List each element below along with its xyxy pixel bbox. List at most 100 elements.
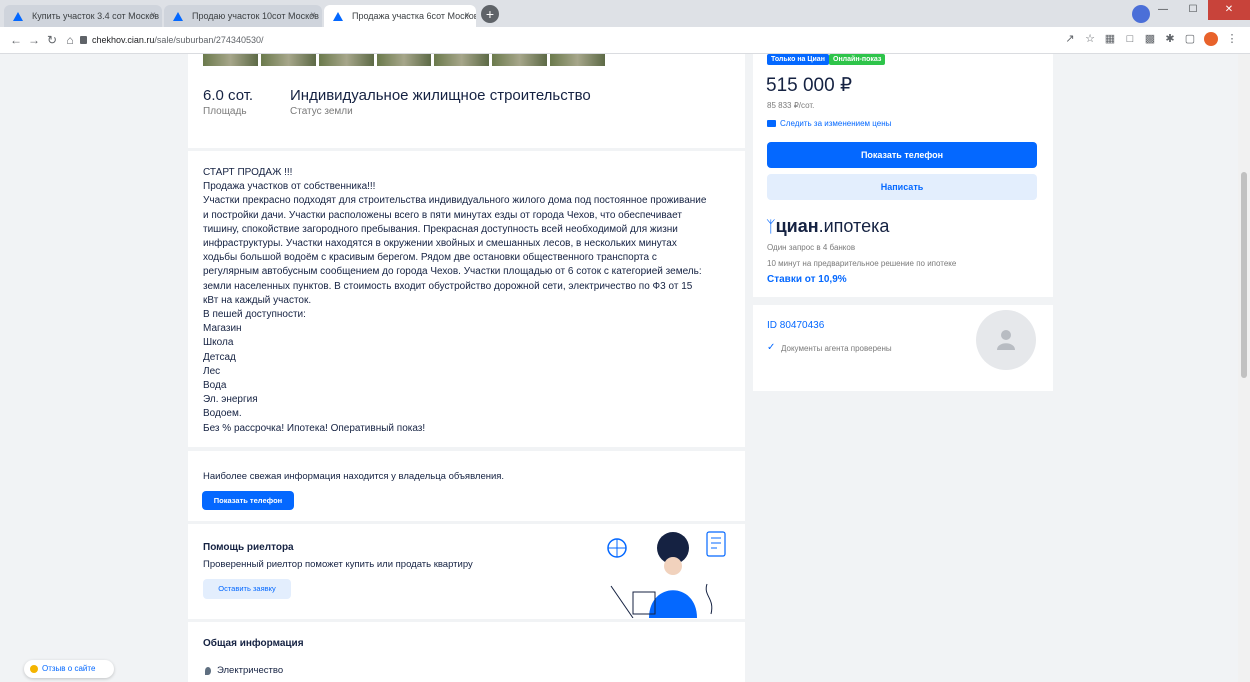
extensions-bar: ↗ ☆ ▦ □ ▩ ✱ ▢ ⋮: [1064, 32, 1238, 46]
browser-tab[interactable]: Купить участок 3.4 сот Москов ×: [4, 5, 162, 27]
write-message-button[interactable]: Написать: [767, 174, 1037, 200]
menu-dots-icon[interactable]: ⋮: [1226, 32, 1238, 46]
general-info-title: Общая информация: [203, 638, 304, 649]
bookmark-star-icon[interactable]: ☆: [1084, 32, 1096, 46]
leave-request-button[interactable]: Оставить заявку: [203, 579, 291, 599]
url-host: chekhov.cian.ru: [92, 35, 155, 45]
window-controls: — ☐ ✕: [1148, 0, 1250, 20]
general-info-item: Электричество: [217, 665, 284, 676]
photo-thumb[interactable]: [260, 54, 316, 66]
agent-id[interactable]: ID 80470436: [767, 320, 824, 331]
agent-avatar[interactable]: [976, 310, 1036, 370]
back-arrow-icon[interactable]: ←: [8, 32, 24, 48]
home-icon[interactable]: ⌂: [62, 32, 78, 48]
cian-favicon-icon: [333, 12, 343, 21]
feedback-label: Отзыв о сайте: [42, 664, 96, 673]
minimize-button[interactable]: —: [1148, 0, 1178, 20]
browser-tab[interactable]: Продаю участок 10сот Москов ×: [164, 5, 322, 27]
tab-title: Продаю участок 10сот Москов: [192, 11, 319, 21]
realtor-illustration: [607, 531, 726, 618]
sidepanel-icon[interactable]: ▢: [1184, 32, 1196, 46]
feedback-button[interactable]: Отзыв о сайте: [24, 660, 114, 678]
tab-close-icon[interactable]: ×: [310, 5, 316, 27]
description-line: и постройки дачи. Участки расположены вс…: [203, 209, 682, 221]
cian-mortgage-logo[interactable]: ᛉциан.ипотека: [766, 216, 889, 237]
tab-title: Купить участок 3.4 сот Москов: [32, 11, 160, 21]
watch-price-link[interactable]: Следить за изменением цены: [780, 119, 891, 128]
description-line: регулярным автобусным сообщением до горо…: [203, 266, 702, 278]
description-line: Детсад: [203, 351, 236, 363]
show-phone-button-small[interactable]: Показать телефон: [202, 491, 294, 510]
area-value: 6.0 сот.: [203, 87, 254, 104]
cian-favicon-icon: [173, 12, 183, 21]
description-line: Вода: [203, 380, 227, 392]
address-bar: ← → ↻ ⌂ chekhov.cian.ru/sale/suburban/27…: [0, 27, 1250, 54]
puzzle-icon[interactable]: ✱: [1164, 32, 1176, 46]
description-line: Продажа участков от собственника!!!: [203, 181, 376, 193]
agent-verified-text: Документы агента проверены: [781, 344, 892, 353]
mortgage-banks-text: Один запрос в 4 банков: [767, 243, 856, 252]
new-tab-button[interactable]: +: [481, 5, 499, 23]
mortgage-decision-text: 10 минут на предварительное решение по и…: [767, 259, 957, 268]
photo-thumb[interactable]: [203, 54, 258, 66]
url-path: /sale/suburban/274340530/: [154, 35, 264, 45]
page-scrollbar[interactable]: [1238, 54, 1250, 682]
check-icon: ✓: [767, 342, 776, 353]
extension-icon[interactable]: ▩: [1144, 32, 1156, 46]
photo-thumb[interactable]: [550, 54, 606, 66]
maximize-button[interactable]: ☐: [1178, 0, 1208, 20]
cian-favicon-icon: [13, 12, 23, 21]
description-line: Школа: [203, 337, 234, 349]
show-phone-button[interactable]: Показать телефон: [767, 142, 1037, 168]
description-line: В пешей доступности:: [203, 309, 306, 321]
close-window-button[interactable]: ✕: [1208, 0, 1250, 20]
forward-arrow-icon[interactable]: →: [26, 32, 42, 48]
user-placeholder-icon: [997, 330, 1015, 350]
tab-close-icon[interactable]: ×: [150, 5, 156, 27]
owner-info-text: Наиболее свежая информация находится у в…: [203, 471, 505, 482]
profile-icon[interactable]: [1204, 32, 1218, 46]
scrollbar-thumb[interactable]: [1241, 172, 1247, 378]
description-line: тишину, спокойствие загородного пребыван…: [203, 223, 678, 235]
description-line: земли населенных пунктов. В стоимость вх…: [203, 280, 693, 292]
owner-info-card: [188, 451, 745, 521]
page-viewport: 6.0 сот. Площадь Индивидуальное жилищное…: [0, 54, 1250, 682]
photo-thumb[interactable]: [318, 54, 374, 66]
mail-icon: [767, 120, 776, 127]
online-show-badge: Онлайн-показ: [829, 54, 886, 65]
photo-thumb[interactable]: [492, 54, 548, 66]
cian-logo-icon: ᛉ: [766, 219, 776, 236]
url-field[interactable]: chekhov.cian.ru/sale/suburban/274340530/: [92, 32, 263, 48]
price: 515 000 ₽: [766, 75, 853, 96]
description-text: СТАРТ ПРОДАЖ !!! Продажа участков от собс…: [203, 166, 723, 436]
land-status-value: Индивидуальное жилищное строительство: [290, 87, 591, 104]
lock-icon: [80, 36, 87, 44]
description-line: кВт на каждый участок.: [203, 294, 312, 306]
tab-close-icon[interactable]: ×: [464, 5, 470, 27]
share-icon[interactable]: ↗: [1064, 32, 1076, 46]
description-line: инфраструктуры. Участки находятся в окру…: [203, 238, 677, 250]
description-line: Водоем.: [203, 408, 242, 420]
reload-icon[interactable]: ↻: [44, 32, 60, 48]
tab-title: Продажа участка 6сот Москов: [352, 11, 476, 21]
browser-tab-active[interactable]: Продажа участка 6сот Москов ×: [324, 5, 476, 27]
feedback-icon: [30, 665, 38, 673]
photo-strip[interactable]: [203, 54, 606, 66]
photo-thumb[interactable]: [434, 54, 490, 66]
description-line: СТАРТ ПРОДАЖ !!!: [203, 167, 293, 178]
land-status-label: Статус земли: [290, 106, 353, 117]
description-line: Участки прекрасно подходят для строитель…: [203, 195, 707, 207]
only-on-cian-badge: Только на Циан: [767, 54, 829, 65]
description-line: Лес: [203, 365, 221, 377]
location-pin-icon: [205, 667, 211, 675]
description-line: Магазин: [203, 323, 242, 335]
realtor-title: Помощь риелтора: [203, 542, 294, 553]
photo-thumb[interactable]: [376, 54, 432, 66]
extension-icon[interactable]: ▦: [1104, 32, 1116, 46]
browser-tab-bar: Купить участок 3.4 сот Москов × Продаю у…: [0, 0, 1250, 27]
extension-icon[interactable]: □: [1124, 32, 1136, 46]
description-line: ходьбы большой водоём с красивым берегом…: [203, 252, 657, 264]
cian-brand-rest: .ипотека: [818, 216, 890, 236]
mortgage-rate-link[interactable]: Ставки от 10,9%: [767, 274, 847, 285]
area-label: Площадь: [203, 106, 247, 117]
